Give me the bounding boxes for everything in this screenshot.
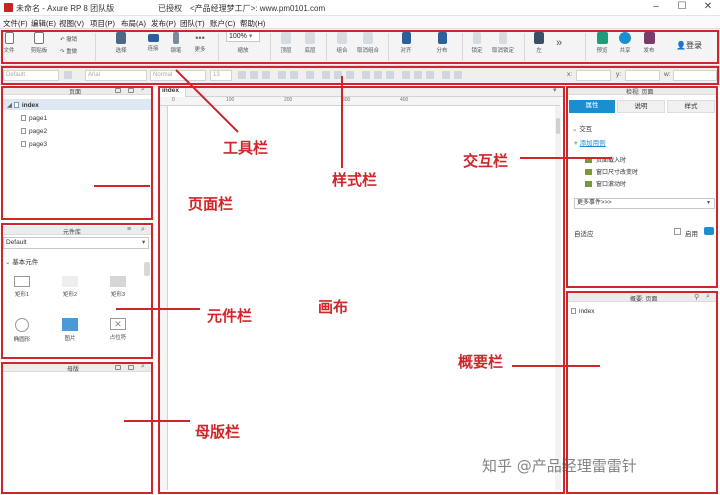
- annotation-lines: [94, 69, 612, 422]
- toolbar-pointer-line: [175, 69, 239, 133]
- watermark: 知乎 @产品经理雷雷针: [482, 457, 637, 475]
- annotation-masters: 母版栏: [195, 423, 241, 441]
- annotation-toolbar: 工具栏: [223, 139, 269, 157]
- annotation-pages: 页面栏: [188, 195, 234, 213]
- annotation-interaction: 交互栏: [463, 152, 509, 170]
- annotation-outline: 概要栏: [458, 353, 504, 371]
- annotation-library: 元件栏: [207, 307, 253, 325]
- annotation-canvas: 画布: [318, 298, 349, 316]
- annotation-style: 样式栏: [332, 171, 378, 189]
